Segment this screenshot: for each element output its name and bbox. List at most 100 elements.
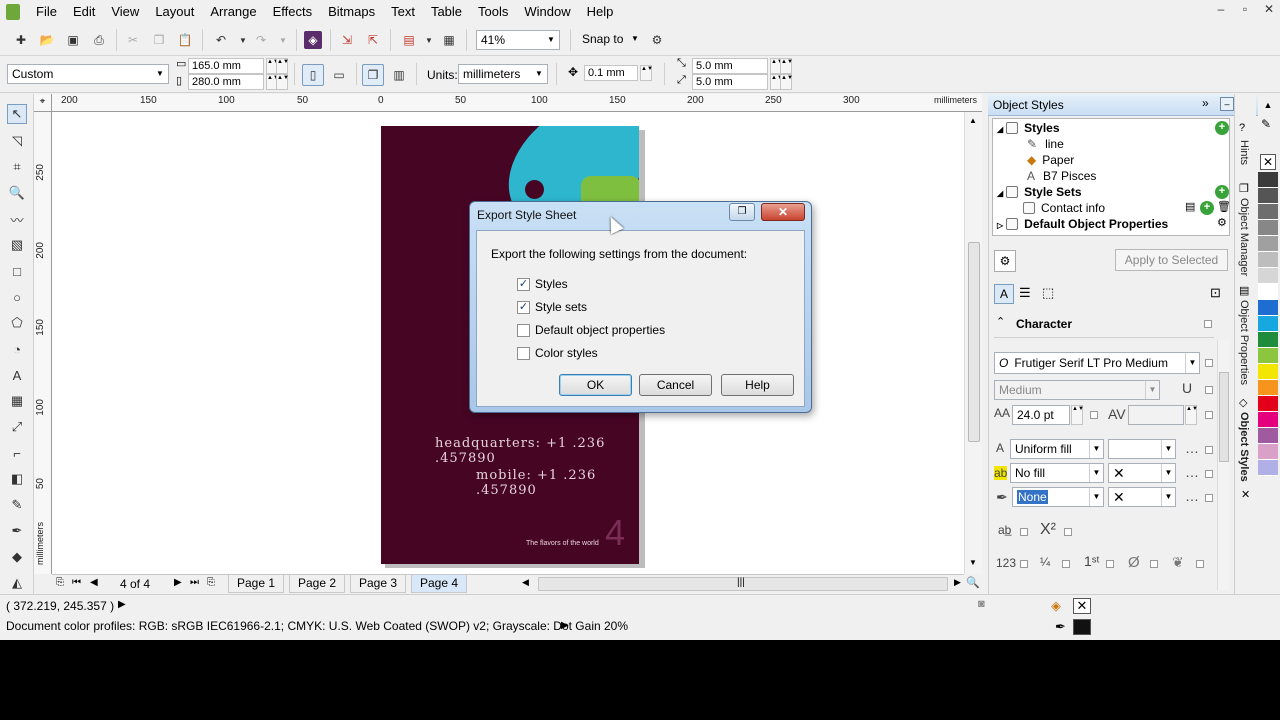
tab-object-properties[interactable]: Object Properties — [1238, 300, 1250, 385]
snap-to-dropdown-icon[interactable]: ▼ — [631, 34, 639, 43]
ok-button[interactable]: OK — [559, 374, 632, 396]
color-swatch[interactable] — [1258, 220, 1278, 236]
menu-window[interactable]: Window — [516, 0, 578, 24]
option-style-sets[interactable]: ✓ Style sets — [517, 300, 587, 314]
style-sets-checkbox[interactable]: ✓ — [517, 300, 530, 314]
styles-checkbox[interactable]: ✓ — [517, 277, 530, 291]
font-size-spinner[interactable]: ▲▼ — [1071, 405, 1084, 425]
tab-object-manager[interactable]: Object Manager — [1238, 198, 1250, 276]
background-fill-combo[interactable]: No fill ▼ — [1010, 463, 1104, 483]
smart-fill-icon[interactable]: ▧ — [7, 235, 27, 255]
font-weight-combo[interactable]: Medium ▼ — [994, 380, 1160, 400]
bg-settings-icon[interactable]: … — [1185, 464, 1199, 480]
font-checkbox[interactable] — [1205, 359, 1213, 367]
horizontal-scrollbar[interactable]: ||| — [538, 577, 948, 591]
menu-effects[interactable]: Effects — [265, 0, 321, 24]
scroll-thumb[interactable] — [968, 242, 980, 442]
redo-dropdown-icon[interactable]: ▼ — [274, 31, 292, 49]
slashed-zero-icon[interactable]: Ø — [1128, 554, 1140, 571]
zoom-navigator-icon[interactable]: 🔍 — [966, 576, 980, 589]
color-swatch[interactable] — [1258, 428, 1278, 444]
application-launcher-icon[interactable]: ▤ — [400, 31, 418, 49]
portrait-icon[interactable]: ▯ — [302, 64, 324, 86]
color-swatch[interactable] — [1258, 236, 1278, 252]
minimize-icon[interactable]: – — [1214, 2, 1228, 16]
options-icon[interactable]: ⚙ — [648, 31, 666, 49]
menu-view[interactable]: View — [103, 0, 147, 24]
menu-bitmaps[interactable]: Bitmaps — [320, 0, 383, 24]
vertical-scrollbar[interactable]: ▲ ▼ — [964, 112, 982, 574]
no-fill-swatch-icon[interactable]: ✕ — [1073, 598, 1091, 614]
table-tool-icon[interactable]: ▦ — [7, 391, 27, 411]
freehand-tool-icon[interactable]: 〰 — [7, 209, 27, 229]
underline-icon[interactable]: U — [1182, 380, 1192, 396]
export-icon[interactable]: ⇱ — [364, 31, 382, 49]
expand-panel-icon[interactable]: ⊡ — [1210, 285, 1221, 301]
scroll-down-icon[interactable]: ▼ — [969, 558, 977, 567]
color-swatch[interactable] — [1258, 380, 1278, 396]
color-swatch[interactable] — [1258, 348, 1278, 364]
character-tab-icon[interactable]: A — [994, 284, 1014, 304]
color-profiles-arrow-icon[interactable]: ▶ — [561, 620, 569, 631]
next-page-icon[interactable]: ▶ — [174, 577, 182, 588]
fractions-icon[interactable]: ¼ — [1040, 555, 1050, 569]
color-profiles-text[interactable]: Document color profiles: RGB: sRGB IEC61… — [6, 619, 628, 633]
tab-hints[interactable]: Hints — [1238, 140, 1250, 165]
menu-edit[interactable]: Edit — [65, 0, 103, 24]
character-section-header[interactable]: ⌃ Character — [994, 312, 1214, 338]
mobile-text[interactable]: mobile: +1 .236 .457890 — [476, 468, 639, 498]
headquarters-text[interactable]: headquarters: +1 .236 .457890 — [435, 436, 639, 466]
fill-type-combo[interactable]: Uniform fill ▼ — [1010, 439, 1104, 459]
help-button[interactable]: Help — [721, 374, 794, 396]
close-dialog-icon[interactable]: ✕ — [761, 203, 805, 221]
outline-width-combo[interactable]: None ▼ — [1012, 487, 1104, 507]
no-color-swatch-icon[interactable]: ✕ — [1260, 154, 1276, 170]
crop-tool-icon[interactable]: ⌗ — [7, 157, 27, 177]
coordinates-menu-icon[interactable]: ▶ — [118, 599, 126, 610]
eyedropper-icon[interactable]: ✎ — [7, 495, 27, 515]
color-swatch[interactable] — [1258, 252, 1278, 268]
color-swatch[interactable] — [1258, 172, 1278, 188]
menu-tools[interactable]: Tools — [470, 0, 516, 24]
menu-text[interactable]: Text — [383, 0, 423, 24]
height-lock[interactable]: ▲▼ — [276, 74, 289, 90]
color-styles-checkbox[interactable] — [517, 346, 530, 360]
scroll-left-icon[interactable]: ◀ — [522, 577, 529, 588]
close-tab-icon[interactable]: ✕ — [1241, 488, 1250, 501]
dimension-tool-icon[interactable]: ⤢ — [7, 417, 27, 437]
color-swatch[interactable] — [1258, 332, 1278, 348]
add-style-set-icon[interactable]: + — [1215, 185, 1229, 199]
undo-dropdown-icon[interactable]: ▼ — [234, 31, 252, 49]
menu-table[interactable]: Table — [423, 0, 470, 24]
shape-tool-icon[interactable]: ◹ — [7, 131, 27, 151]
new-document-icon[interactable]: ✚ — [12, 31, 30, 49]
print-icon[interactable]: ⎙ — [90, 31, 108, 49]
cut-icon[interactable]: ✂ — [124, 31, 142, 49]
page-height-field[interactable]: 280.0 mm — [188, 74, 264, 90]
color-swatch[interactable] — [1258, 268, 1278, 284]
insert-page-before-icon[interactable]: ⎘ — [56, 577, 64, 588]
units-combo[interactable]: millimeters ▼ — [458, 64, 548, 84]
color-swatch[interactable] — [1258, 460, 1278, 476]
default-properties-checkbox[interactable] — [517, 323, 530, 337]
numerals-icon[interactable]: 123 — [996, 556, 1016, 570]
add-style-icon[interactable]: + — [1215, 121, 1229, 135]
current-page-icon[interactable]: ▥ — [390, 66, 408, 84]
kerning-spinner[interactable]: ▲▼ — [1185, 405, 1198, 425]
page-preset-combo[interactable]: Custom ▼ — [7, 64, 169, 84]
duplicate-y-lock[interactable]: ▲▼ — [780, 74, 793, 90]
outline-checkbox[interactable] — [1205, 494, 1213, 502]
docker-scroll-thumb[interactable] — [1219, 372, 1229, 462]
all-pages-icon[interactable]: ❐ — [362, 64, 384, 86]
background-color-combo[interactable]: ✕ ▼ — [1108, 463, 1176, 483]
ordinals-checkbox[interactable] — [1106, 560, 1114, 568]
kerning-icon[interactable]: AV — [1108, 406, 1126, 422]
save-icon[interactable]: ▣ — [64, 31, 82, 49]
duplicate-x-lock[interactable]: ▲▼ — [780, 58, 793, 74]
ordinals-icon[interactable]: 1ˢᵗ — [1084, 553, 1100, 569]
interactive-blend-icon[interactable]: ◧ — [7, 469, 27, 489]
fill-color-combo[interactable]: ▼ — [1108, 439, 1176, 459]
copy-icon[interactable]: ❐ — [150, 31, 168, 49]
outline-settings-icon[interactable]: … — [1185, 488, 1199, 504]
kerning-field[interactable] — [1128, 405, 1184, 425]
